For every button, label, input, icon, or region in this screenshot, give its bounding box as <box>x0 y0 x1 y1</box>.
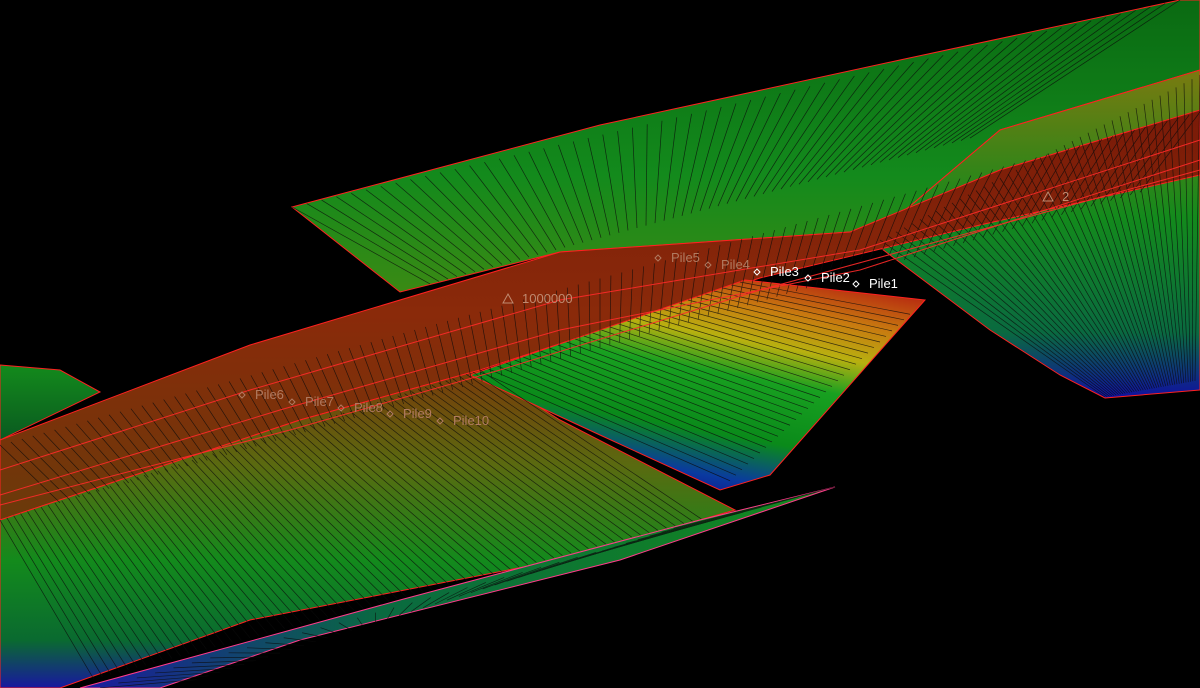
pile-marker-label: Pile1 <box>869 276 898 291</box>
pile-marker-label: Pile6 <box>255 387 284 402</box>
pile-marker-label: Pile9 <box>403 406 432 421</box>
station-label: 1000000 <box>522 291 573 306</box>
pile-marker-pile2[interactable]: Pile2 <box>804 270 850 285</box>
pile-marker-label: Pile10 <box>453 413 489 428</box>
pile-marker-label: Pile8 <box>354 400 383 415</box>
3d-viewport[interactable]: Pile1 Pile2 Pile3 Pile4 Pile5 Pile6 Pile7 Pile8… <box>0 0 1200 688</box>
pile-marker-label: Pile4 <box>721 257 750 272</box>
station-label: 2 <box>1062 189 1069 204</box>
pile-marker-label: Pile2 <box>821 270 850 285</box>
pile-marker-label: Pile7 <box>305 394 334 409</box>
pile-marker-label: Pile5 <box>671 250 700 265</box>
diamond-icon <box>852 280 860 288</box>
pile-marker-pile1[interactable]: Pile1 <box>852 276 898 291</box>
pile-marker-label: Pile3 <box>770 264 799 279</box>
